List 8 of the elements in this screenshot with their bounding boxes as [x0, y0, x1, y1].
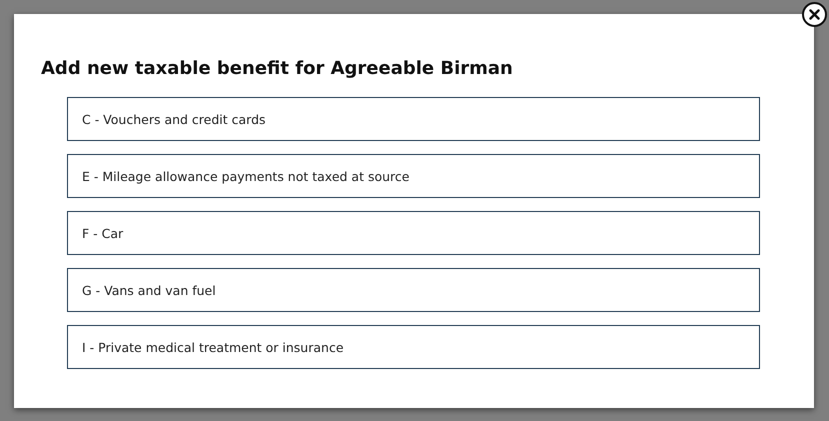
close-button[interactable] [802, 2, 827, 27]
benefit-option[interactable]: E - Mileage allowance payments not taxed at source [67, 154, 760, 198]
benefit-option[interactable]: F - Car [67, 211, 760, 255]
benefit-option[interactable]: I - Private medical treatment or insurance [67, 325, 760, 369]
benefit-option[interactable]: G - Vans and van fuel [67, 268, 760, 312]
close-icon [809, 9, 820, 20]
dialog-title: Add new taxable benefit for Agreeable Birman [41, 58, 514, 79]
benefit-option[interactable]: C - Vouchers and credit cards [67, 97, 760, 141]
